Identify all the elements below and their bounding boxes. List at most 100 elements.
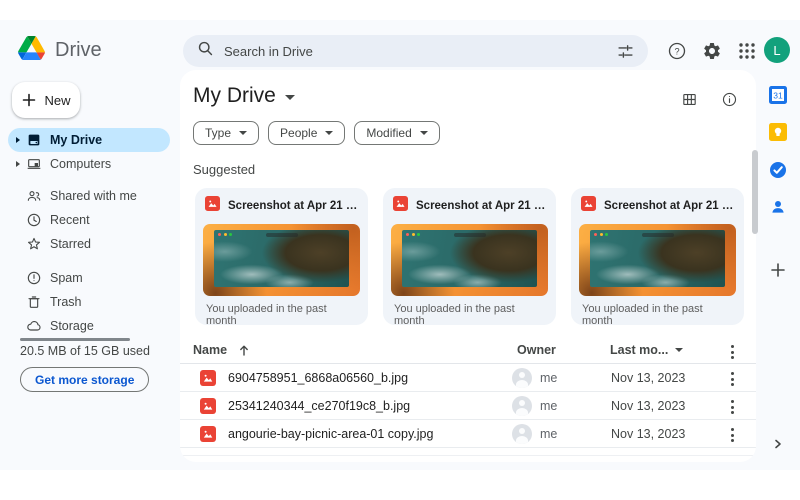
- file-row[interactable]: angourie-bay-picnic-area-01 copy.jpg me …: [180, 420, 756, 448]
- file-table: Name Owner Last mo... 6904758951_6868a06…: [180, 338, 756, 448]
- file-modified-date: Nov 13, 2023: [611, 371, 686, 385]
- column-header-owner[interactable]: Owner: [517, 343, 556, 357]
- suggested-section-label: Suggested: [193, 162, 256, 177]
- view-controls: [680, 90, 738, 108]
- help-icon[interactable]: ?: [666, 40, 688, 62]
- trash-icon: [26, 294, 42, 310]
- app-name: Drive: [55, 39, 102, 61]
- file-modified-date: Nov 13, 2023: [611, 399, 686, 413]
- recent-clock-icon: [26, 212, 42, 228]
- sidebar-item-label: My Drive: [50, 133, 103, 147]
- window-traffic-lights: [594, 233, 608, 236]
- more-options-icon[interactable]: [727, 371, 738, 387]
- sort-ascending-icon[interactable]: [238, 344, 250, 362]
- chevron-down-icon: [239, 131, 248, 135]
- sidebar-item-computers[interactable]: Computers: [8, 152, 170, 176]
- more-options-icon[interactable]: [727, 427, 738, 443]
- expand-arrow-icon[interactable]: [16, 160, 20, 167]
- scrollbar-thumb[interactable]: [752, 150, 758, 234]
- new-button[interactable]: New: [12, 82, 80, 118]
- sidebar-item-starred[interactable]: Starred: [8, 232, 170, 256]
- sidebar-item-trash[interactable]: Trash: [8, 290, 170, 314]
- suggested-file-card[interactable]: Screenshot at Apr 21 13-3... You uploade…: [571, 188, 744, 327]
- google-keep-icon[interactable]: [769, 123, 787, 141]
- svg-text:?: ?: [674, 46, 679, 56]
- sidebar-item-label: Shared with me: [50, 189, 137, 203]
- settings-gear-icon[interactable]: [701, 40, 723, 62]
- drive-home-link[interactable]: Drive: [18, 36, 102, 65]
- sidebar-item-spam[interactable]: Spam: [8, 266, 170, 290]
- page-title-dropdown[interactable]: My Drive: [193, 84, 295, 108]
- window-menubar: [453, 233, 486, 237]
- storage-usage-bar: [20, 338, 130, 341]
- storage-cloud-icon: [26, 318, 42, 334]
- file-owner: me: [540, 427, 558, 441]
- search-options-tune-icon[interactable]: [616, 42, 634, 60]
- divider: [180, 455, 756, 456]
- get-more-storage-label: Get more storage: [35, 372, 135, 387]
- card-title: Screenshot at Apr 21 13-3...: [604, 200, 734, 212]
- filter-chip-modified[interactable]: Modified: [354, 121, 440, 145]
- column-header-modified[interactable]: Last mo...: [610, 343, 684, 357]
- info-icon[interactable]: [720, 90, 738, 108]
- shared-people-icon: [26, 188, 42, 204]
- main-panel: My Drive Type People Modified Suggested …: [180, 70, 756, 462]
- owner-avatar-icon: [512, 368, 532, 388]
- sidebar-item-shared-with-me[interactable]: Shared with me: [8, 184, 170, 208]
- file-owner: me: [540, 399, 558, 413]
- search-bar[interactable]: [183, 35, 648, 67]
- get-more-storage-button[interactable]: Get more storage: [20, 367, 150, 392]
- search-icon: [197, 40, 214, 62]
- plus-icon: [21, 92, 37, 108]
- card-title: Screenshot at Apr 21 13-3...: [416, 200, 546, 212]
- expand-panel-chevron-icon[interactable]: [771, 437, 785, 451]
- window-traffic-lights: [406, 233, 420, 236]
- sidebar-item-label: Starred: [50, 237, 91, 251]
- google-contacts-icon[interactable]: [769, 198, 787, 216]
- more-options-icon[interactable]: [727, 344, 738, 360]
- image-file-icon: [393, 196, 408, 216]
- page-title: My Drive: [193, 84, 276, 107]
- suggested-cards: Screenshot at Apr 21 13-3... You uploade…: [195, 188, 744, 327]
- expand-arrow-icon[interactable]: [16, 136, 20, 143]
- sidebar-item-recent[interactable]: Recent: [8, 208, 170, 232]
- computers-icon: [26, 156, 42, 172]
- suggested-file-card[interactable]: Screenshot at Apr 21 13-3... You uploade…: [195, 188, 368, 327]
- more-options-icon[interactable]: [727, 399, 738, 415]
- file-row[interactable]: 25341240344_ce270f19c8_b.jpg me Nov 13, …: [180, 392, 756, 420]
- file-thumbnail: [391, 224, 548, 296]
- owner-avatar-icon: [512, 396, 532, 416]
- image-file-icon: [581, 196, 596, 216]
- file-row[interactable]: 6904758951_6868a06560_b.jpg me Nov 13, 2…: [180, 364, 756, 392]
- file-name: 6904758951_6868a06560_b.jpg: [228, 371, 409, 385]
- table-header-row: Name Owner Last mo...: [180, 338, 756, 364]
- chevron-down-icon: [419, 131, 428, 135]
- thumbnail-photo: [590, 230, 725, 287]
- storage-usage-text: 20.5 MB of 15 GB used: [20, 344, 150, 358]
- card-footer-text: You uploaded in the past month: [394, 303, 515, 327]
- sidebar-item-label: Recent: [50, 213, 90, 227]
- sidebar-item-label: Trash: [50, 295, 82, 309]
- google-apps-grid-icon[interactable]: [736, 40, 758, 62]
- side-panel-rail: 31: [756, 20, 800, 470]
- google-drive-app: Drive ? L New My: [0, 20, 800, 470]
- window-traffic-lights: [218, 233, 232, 236]
- sidebar-nav: My Drive Computers Shared with me Recent: [0, 128, 180, 338]
- grid-view-icon[interactable]: [680, 90, 698, 108]
- sidebar-item-my-drive[interactable]: My Drive: [8, 128, 170, 152]
- sidebar-item-storage[interactable]: Storage: [8, 314, 170, 338]
- filter-chip-people[interactable]: People: [268, 121, 346, 145]
- file-name: angourie-bay-picnic-area-01 copy.jpg: [228, 427, 434, 441]
- google-calendar-icon[interactable]: 31: [769, 86, 787, 104]
- column-header-name[interactable]: Name: [193, 343, 227, 357]
- search-input[interactable]: [224, 43, 606, 59]
- suggested-file-card[interactable]: Screenshot at Apr 21 13-3... You uploade…: [383, 188, 556, 327]
- file-thumbnail: [579, 224, 736, 296]
- owner-avatar-icon: [512, 424, 532, 444]
- filter-chip-type[interactable]: Type: [193, 121, 260, 145]
- google-tasks-icon[interactable]: [769, 161, 787, 179]
- window-menubar: [641, 233, 674, 237]
- add-addon-plus-icon[interactable]: [769, 261, 787, 279]
- chip-label: People: [280, 126, 318, 140]
- file-thumbnail: [203, 224, 360, 296]
